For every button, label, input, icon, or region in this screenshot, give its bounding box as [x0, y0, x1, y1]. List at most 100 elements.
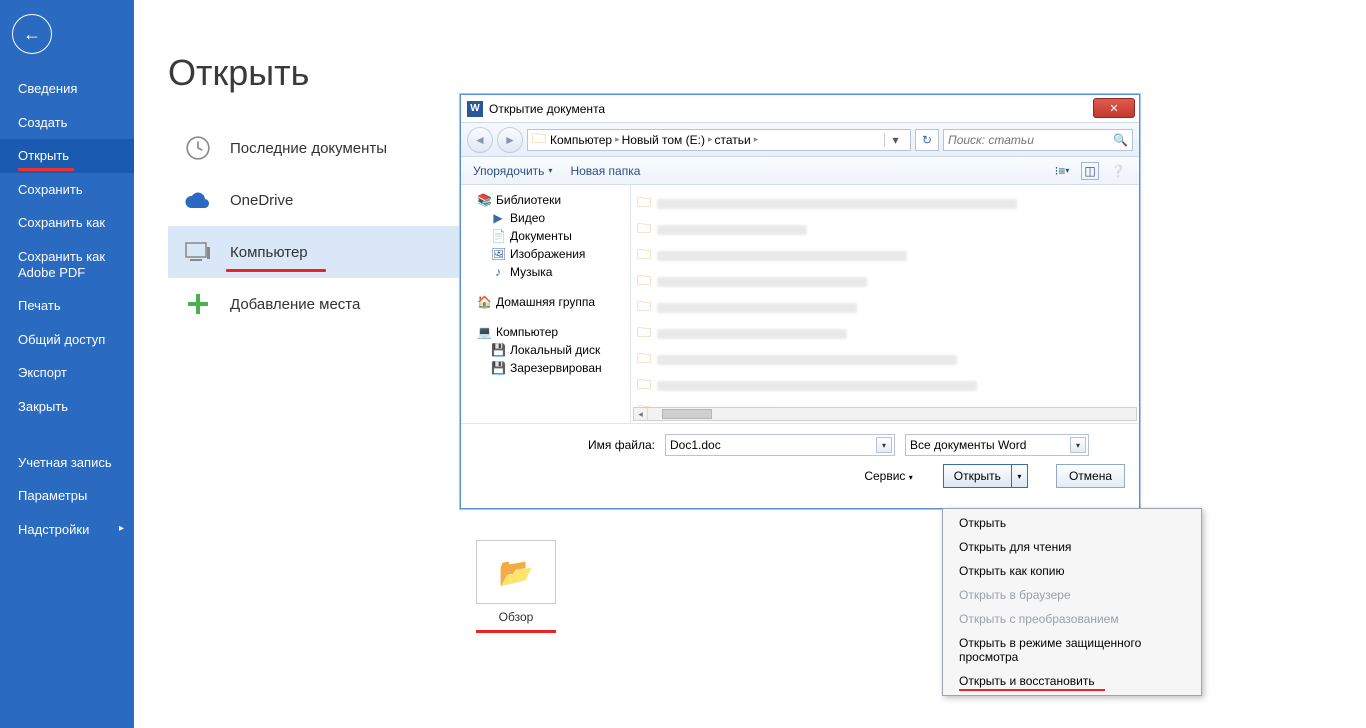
places-list: Последние документы OneDrive Компьютер Доба…	[168, 122, 468, 330]
bc-computer[interactable]: Компьютер ▸	[550, 133, 620, 147]
filetype-filter[interactable]: Все документы Word ▾	[905, 434, 1089, 456]
sidebar-item[interactable]: Сохранить как	[0, 206, 134, 240]
file-item[interactable]: 🗀	[635, 373, 1135, 399]
video-icon: ▶	[491, 211, 505, 225]
folder-icon: 🗀	[637, 218, 651, 242]
open-dropdown-button[interactable]: ▾	[1011, 465, 1027, 487]
sidebar-item[interactable]: Сведения	[0, 72, 134, 106]
comp-icon: 💻	[477, 325, 491, 339]
lib-icon: 📚	[477, 193, 491, 207]
nav-back-button[interactable]: ◄	[467, 127, 493, 153]
tree-label: Библиотеки	[496, 193, 561, 207]
sidebar-item[interactable]: Учетная запись	[0, 446, 134, 480]
place-item[interactable]: Последние документы	[168, 122, 468, 174]
open-mode-item[interactable]: Открыть и восстановить	[945, 669, 1199, 693]
scroll-thumb[interactable]	[662, 409, 712, 419]
disk-icon: 💾	[491, 343, 505, 357]
clock-icon	[184, 134, 212, 162]
place-item[interactable]: Компьютер	[168, 226, 468, 278]
browse-box[interactable]: 📂	[476, 540, 556, 604]
computer-icon	[184, 238, 212, 266]
bc-volume[interactable]: Новый том (E:) ▸	[622, 133, 713, 147]
new-folder-button[interactable]: Новая папка	[570, 164, 640, 178]
tree-item[interactable]: 💻 Компьютер	[465, 323, 626, 341]
open-file-dialog: W Открытие документа ✕ ◄ ► 🗀 Компьютер ▸…	[460, 94, 1140, 509]
home-icon: 🏠	[477, 295, 491, 309]
disk-icon: 💾	[491, 361, 505, 375]
horizontal-scrollbar[interactable]: ◂	[633, 407, 1137, 421]
tree-item[interactable]: ♪ Музыка	[465, 263, 626, 281]
page-title: Открыть	[168, 52, 1366, 94]
filename-dropdown[interactable]: ▾	[876, 437, 892, 453]
file-item[interactable]: 🗀	[635, 347, 1135, 373]
back-button[interactable]: ←	[12, 14, 52, 54]
file-item[interactable]: 🗀	[635, 191, 1135, 217]
sidebar-item[interactable]: Печать	[0, 289, 134, 323]
place-item[interactable]: OneDrive	[168, 174, 468, 226]
sidebar-item[interactable]: Параметры	[0, 479, 134, 513]
open-split-button[interactable]: Открыть ▾	[943, 464, 1028, 488]
help-icon[interactable]: ❔	[1109, 162, 1127, 180]
sidebar-item[interactable]: Общий доступ	[0, 323, 134, 357]
place-label: OneDrive	[230, 192, 293, 209]
sidebar-item[interactable]: Сохранить	[0, 173, 134, 207]
file-name-redacted	[657, 277, 867, 287]
tree-item[interactable]: 💾Локальный диск	[465, 341, 626, 359]
preview-pane-button[interactable]: ◫	[1081, 162, 1099, 180]
sidebar-item[interactable]: Создать	[0, 106, 134, 140]
place-label: Добавление места	[230, 296, 360, 313]
sidebar-item[interactable]: Открыть	[0, 139, 134, 173]
place-item[interactable]: Добавление места	[168, 278, 468, 330]
open-button[interactable]: Открыть	[944, 465, 1011, 487]
tree-label: Компьютер	[496, 325, 558, 339]
folder-icon: 🗀	[637, 374, 651, 398]
refresh-button[interactable]: ↻	[915, 129, 939, 151]
tree-label: Изображения	[510, 247, 585, 261]
search-icon[interactable]: 🔍	[1113, 133, 1128, 147]
search-box[interactable]: 🔍	[943, 129, 1133, 151]
tree-item[interactable]: ▶Видео	[465, 209, 626, 227]
browse-tile[interactable]: 📂 Обзор	[476, 540, 556, 633]
file-item[interactable]: 🗀	[635, 295, 1135, 321]
cancel-button[interactable]: Отмена	[1056, 464, 1125, 488]
open-mode-item[interactable]: Открыть в режиме защищенного просмотра	[945, 631, 1199, 669]
tree-item[interactable]: 📄Документы	[465, 227, 626, 245]
open-mode-item[interactable]: Открыть	[945, 511, 1199, 535]
sidebar-item[interactable]: Экспорт	[0, 356, 134, 390]
tree-label: Музыка	[510, 265, 552, 279]
file-item[interactable]: 🗀	[635, 243, 1135, 269]
dialog-close-button[interactable]: ✕	[1093, 98, 1135, 118]
open-mode-item[interactable]: Открыть для чтения	[945, 535, 1199, 559]
annotation-underline	[476, 630, 556, 633]
bc-folder[interactable]: статьи ▸	[715, 133, 759, 147]
nav-forward-button[interactable]: ►	[497, 127, 523, 153]
tree-item[interactable]: 💾Зарезервирован	[465, 359, 626, 377]
scroll-left-arrow[interactable]: ◂	[634, 408, 648, 420]
dialog-toolbar: Упорядочить ▾ Новая папка ⁝≡ ▾ ◫ ❔	[461, 157, 1139, 185]
tools-menu[interactable]: Сервис ▾	[864, 469, 912, 483]
file-item[interactable]: 🗀	[635, 217, 1135, 243]
tree-item[interactable]: 🏠Домашняя группа	[465, 293, 626, 311]
music-icon: ♪	[491, 265, 505, 279]
sidebar-item[interactable]: Сохранить как Adobe PDF	[0, 240, 134, 289]
filename-input[interactable]: Doc1.doc ▾	[665, 434, 895, 456]
view-options-button[interactable]: ⁝≡ ▾	[1053, 162, 1071, 180]
sidebar-item[interactable]: Закрыть	[0, 390, 134, 424]
breadcrumb[interactable]: 🗀 Компьютер ▸ Новый том (E:) ▸ статьи ▸ …	[527, 129, 911, 151]
folder-icon: 🗀	[637, 244, 651, 268]
breadcrumb-dropdown[interactable]: ▾	[884, 133, 906, 147]
tree-item[interactable]: 🖼Изображения	[465, 245, 626, 263]
file-name-redacted	[657, 199, 1017, 209]
file-item[interactable]: 🗀	[635, 321, 1135, 347]
folder-icon: 🗀	[637, 192, 651, 216]
open-mode-item[interactable]: Открыть как копию	[945, 559, 1199, 583]
file-item[interactable]: 🗀	[635, 269, 1135, 295]
backstage-sidebar: ← СведенияСоздатьОткрытьСохранитьСохрани…	[0, 0, 134, 728]
filter-dropdown[interactable]: ▾	[1070, 437, 1086, 453]
tree-item[interactable]: 📚 Библиотеки	[465, 191, 626, 209]
file-name-redacted	[657, 303, 857, 313]
search-input[interactable]	[948, 133, 1113, 147]
organize-menu[interactable]: Упорядочить ▾	[473, 164, 552, 178]
sidebar-item[interactable]: Надстройки ▸	[0, 513, 134, 547]
dialog-navbar: ◄ ► 🗀 Компьютер ▸ Новый том (E:) ▸ стать…	[461, 123, 1139, 157]
